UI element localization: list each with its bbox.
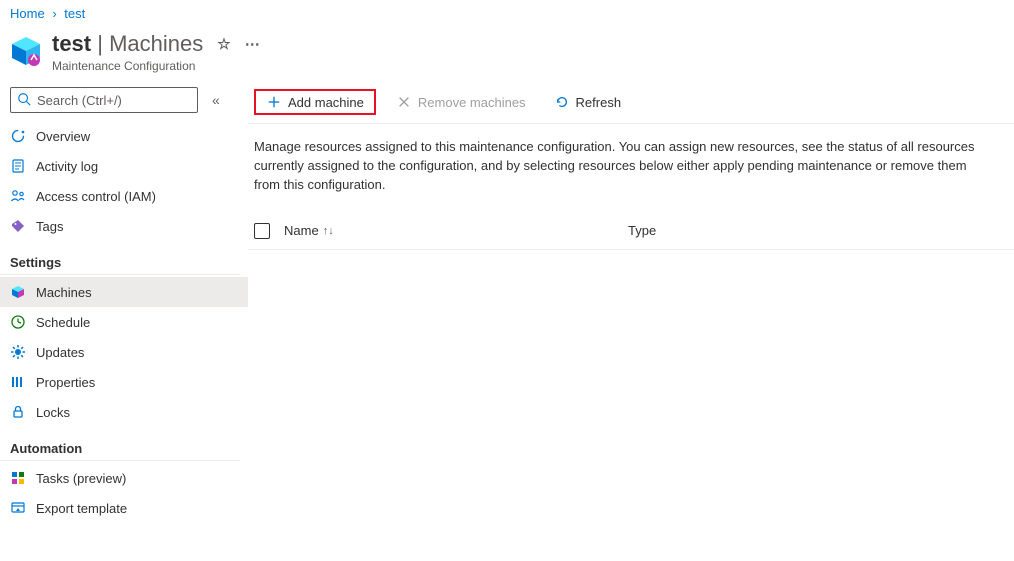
sidebar-item-label: Properties	[36, 375, 95, 390]
sidebar-item-label: Locks	[36, 405, 70, 420]
column-header-name[interactable]: Name ↑↓	[284, 223, 614, 238]
tags-icon	[10, 218, 26, 234]
sidebar-group-automation: Automation	[0, 433, 240, 461]
breadcrumb: Home › test	[0, 0, 1014, 27]
button-label: Add machine	[288, 95, 364, 110]
tasks-icon	[10, 470, 26, 486]
button-label: Remove machines	[418, 95, 526, 110]
sidebar-search[interactable]	[10, 87, 198, 113]
schedule-icon	[10, 314, 26, 330]
sidebar-item-label: Updates	[36, 345, 84, 360]
table-header: Name ↑↓ Type	[248, 213, 1014, 250]
refresh-button[interactable]: Refresh	[546, 90, 630, 114]
page-subtitle: Maintenance Configuration	[52, 59, 260, 73]
sidebar-item-tasks[interactable]: Tasks (preview)	[0, 463, 248, 493]
export-template-icon	[10, 500, 26, 516]
sidebar-item-label: Overview	[36, 129, 90, 144]
page-description: Manage resources assigned to this mainte…	[248, 124, 988, 213]
refresh-icon	[554, 94, 570, 110]
sidebar-item-overview[interactable]: Overview	[0, 121, 248, 151]
updates-icon	[10, 344, 26, 360]
more-actions-icon[interactable]: ⋯	[245, 35, 260, 53]
toolbar: Add machine Remove machines Refresh	[248, 83, 1014, 124]
search-icon	[17, 92, 31, 109]
page-header: test | Machines ☆ ⋯ Maintenance Configur…	[0, 27, 1014, 83]
add-machine-button[interactable]: Add machine	[254, 89, 376, 115]
sidebar-item-label: Access control (IAM)	[36, 189, 156, 204]
column-header-type[interactable]: Type	[628, 223, 1008, 238]
sidebar-item-label: Tags	[36, 219, 63, 234]
search-input[interactable]	[37, 93, 191, 108]
sidebar-item-activity-log[interactable]: Activity log	[0, 151, 248, 181]
main-content: Add machine Remove machines Refresh Mana…	[248, 83, 1014, 523]
breadcrumb-home[interactable]: Home	[10, 6, 45, 21]
properties-icon	[10, 374, 26, 390]
sidebar-item-properties[interactable]: Properties	[0, 367, 248, 397]
overview-icon	[10, 128, 26, 144]
sidebar-item-updates[interactable]: Updates	[0, 337, 248, 367]
sidebar-item-label: Tasks (preview)	[36, 471, 126, 486]
favorite-star-icon[interactable]: ☆	[217, 35, 230, 53]
plus-icon	[266, 94, 282, 110]
remove-machines-button: Remove machines	[388, 90, 534, 114]
page-title: test | Machines ☆ ⋯	[52, 31, 260, 57]
sort-icon: ↑↓	[323, 225, 334, 237]
machines-icon	[10, 284, 26, 300]
sidebar: « Overview Activity log Access control (…	[0, 83, 248, 523]
button-label: Refresh	[576, 95, 622, 110]
sidebar-group-settings: Settings	[0, 247, 240, 275]
sidebar-item-label: Export template	[36, 501, 127, 516]
sidebar-item-access-control[interactable]: Access control (IAM)	[0, 181, 248, 211]
access-control-icon	[10, 188, 26, 204]
resource-type-icon	[10, 35, 42, 67]
sidebar-item-locks[interactable]: Locks	[0, 397, 248, 427]
x-icon	[396, 94, 412, 110]
sidebar-item-schedule[interactable]: Schedule	[0, 307, 248, 337]
sidebar-item-export-template[interactable]: Export template	[0, 493, 248, 523]
sidebar-item-label: Activity log	[36, 159, 98, 174]
activity-log-icon	[10, 158, 26, 174]
breadcrumb-separator-icon: ›	[52, 6, 56, 21]
sidebar-item-label: Machines	[36, 285, 92, 300]
sidebar-item-machines[interactable]: Machines	[0, 277, 248, 307]
sidebar-item-label: Schedule	[36, 315, 90, 330]
select-all-checkbox[interactable]	[254, 223, 270, 239]
collapse-sidebar-icon[interactable]: «	[208, 88, 224, 112]
breadcrumb-current[interactable]: test	[64, 6, 85, 21]
sidebar-item-tags[interactable]: Tags	[0, 211, 248, 241]
locks-icon	[10, 404, 26, 420]
